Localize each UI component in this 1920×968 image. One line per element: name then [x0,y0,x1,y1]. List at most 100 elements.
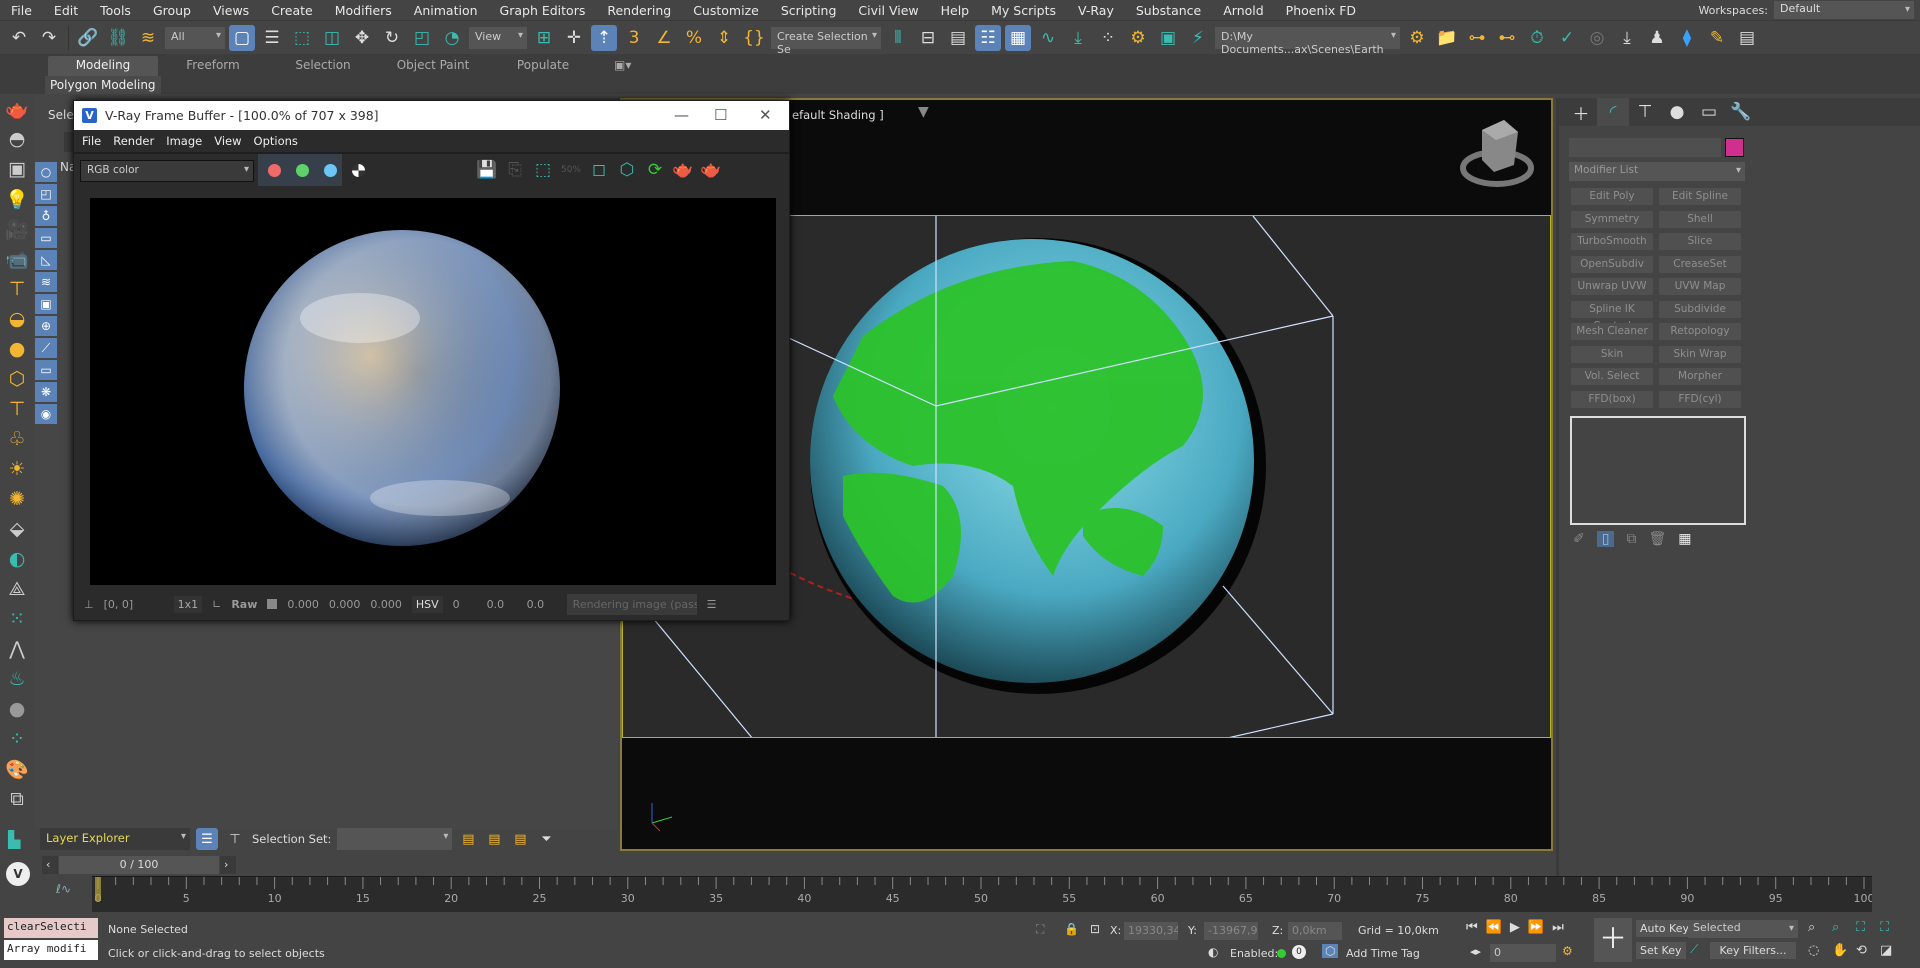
hemisphere-icon[interactable]: ◓ [0,124,34,154]
vfb-title-bar[interactable]: V V-Ray Frame Buffer - [100.0% of 707 x … [74,101,789,130]
vfb-menu-render[interactable]: Render [113,134,154,148]
modifier-button-creaseset[interactable]: CreaseSet [1659,255,1741,273]
remove-modifier-icon[interactable]: 🗑 [1648,531,1666,547]
rendered-image[interactable] [90,198,776,585]
modifier-button-symmetry[interactable]: Symmetry [1571,210,1653,228]
vray-light-icon[interactable]: 💡 [0,184,34,214]
key-tangent-icon[interactable]: ⟋ [1690,942,1698,957]
add-time-tag-button[interactable]: Add Time Tag [1346,947,1420,960]
project-settings-icon[interactable]: ⚙ [1404,25,1430,51]
zoom-50-icon[interactable]: 50% [558,157,584,183]
filter-geometry-icon[interactable]: ○ [35,162,57,182]
make-unique-icon[interactable]: ⧉ [1626,531,1636,547]
keyboard-shortcut-override-icon[interactable]: ⇡ [591,24,617,51]
box-icon[interactable]: ▣ [0,154,34,184]
filter-bones-icon[interactable]: ⟋ [35,338,57,358]
vfb-menu-file[interactable]: File [82,134,101,148]
link-icon[interactable]: 🔗 [75,25,101,51]
save-to-file-icon[interactable]: ⤓ [1614,25,1640,51]
render-icon[interactable]: 🫖 [670,157,696,183]
named-selection-sets-dropdown[interactable]: Create Selection Se [771,26,881,56]
enabled-indicator[interactable] [1277,949,1286,958]
filter-icon[interactable]: ▼ [918,104,929,120]
key-mode-toggle-icon[interactable]: ◂▸ [1470,945,1481,958]
redo-icon[interactable]: ↷ [36,25,62,51]
dome-light-icon[interactable]: ◒ [0,304,34,334]
hierarchy-icon[interactable]: ⊤ [224,828,246,850]
track-bar[interactable]: 0510152025303540455055606570758085909510… [92,876,1875,912]
polygon-modeling-panel[interactable]: Polygon Modeling [45,76,161,94]
tab-populate[interactable]: Populate [488,56,598,76]
select-menu[interactable]: Sele [48,108,74,122]
menu-help[interactable]: Help [930,3,981,18]
rotate-icon[interactable]: ↻ [379,25,405,51]
menu-create[interactable]: Create [260,3,324,18]
zoom-icon[interactable]: ⌕ [1808,920,1832,935]
placement-icon[interactable]: ◔ [439,25,465,51]
add-to-set-icon[interactable]: ▤ [484,826,504,852]
key-filters-button[interactable]: Key Filters... [1710,942,1796,959]
modifier-button-ffd-cyl[interactable]: FFD(cyl) [1659,390,1741,408]
previous-frame-icon[interactable]: ⏪ [1486,920,1502,935]
menu-civil-view[interactable]: Civil View [847,3,929,18]
project-hierarchy-icon[interactable]: ⊷ [1494,25,1520,51]
maximize-icon[interactable]: ☐ [714,106,727,124]
maxscript-listener-line1[interactable]: clearSelecti [4,918,98,938]
menu-graph-editors[interactable]: Graph Editors [489,3,597,18]
scale-icon[interactable]: ◰ [409,25,435,51]
proxy-icon[interactable]: ⬙ [0,514,34,544]
filter-frozen-icon[interactable]: ❋ [35,382,57,402]
check-icon[interactable]: ✓ [1554,25,1580,51]
render-setup-icon[interactable]: ⚙ [1125,25,1151,51]
utilities-tab-icon[interactable]: 🔧 [1725,98,1757,126]
layer-explorer-dropdown[interactable]: Layer Explorer [40,828,190,850]
play-icon[interactable]: ▶ [1510,920,1520,935]
material-ball-icon[interactable]: ● [0,694,34,724]
menu-phoenix-fd[interactable]: Phoenix FD [1275,3,1367,18]
arnold-icon[interactable]: ⧫ [1674,25,1700,51]
reference-coord-dropdown[interactable]: View [469,26,527,49]
curve-editor-icon[interactable]: ∿ [1035,25,1061,51]
modifier-button-uvw-map[interactable]: UVW Map [1659,278,1741,295]
modifier-button-morpher[interactable]: Morpher [1659,368,1741,385]
modify-tab-icon[interactable]: ◜ [1597,98,1629,126]
tab-object-paint[interactable]: Object Paint [378,56,488,76]
pan-icon[interactable]: ✋ [1832,943,1856,958]
z-coordinate-field[interactable]: 0,0km [1288,922,1342,940]
filter-containers-icon[interactable]: ▭ [35,360,57,380]
modifier-button-spline-ik-control[interactable]: Spline IK Control [1571,300,1653,332]
toggle-layer-explorer-icon[interactable]: ☷ [975,24,1001,51]
modifier-button-opensubdiv[interactable]: OpenSubdiv [1571,255,1653,273]
instancer-icon[interactable]: ⁙ [0,604,34,634]
project-tree-icon[interactable]: ⊶ [1464,25,1490,51]
create-set-icon[interactable]: ▤ [458,826,478,852]
modifier-button-shell[interactable]: Shell [1659,210,1741,228]
pick-object-icon[interactable]: ⬡ [614,157,640,183]
modifier-button-subdivide[interactable]: Subdivide [1659,300,1741,318]
modifier-button-retopology[interactable]: Retopology [1659,323,1741,340]
bind-space-warp-icon[interactable]: ≋ [135,25,161,51]
save-image-icon[interactable]: 💾 [474,157,500,183]
material-library-icon[interactable]: ⁘ [0,724,34,754]
menu-animation[interactable]: Animation [403,3,489,18]
object-name-field[interactable] [1569,138,1721,157]
ribbon-options-icon[interactable]: ▣▾ [598,56,638,76]
ambient-light-icon[interactable]: ✺ [0,484,34,514]
orbit-icon[interactable]: ⟲ [1856,943,1880,958]
named-selection-icon[interactable]: {} [741,25,767,51]
x-coordinate-field[interactable]: 19330,348 [1124,922,1178,940]
zoom-extents-all-icon[interactable]: ⛶ [1880,920,1904,935]
filter-spacewarps-icon[interactable]: ≋ [35,272,57,292]
minimize-icon[interactable]: — [674,106,689,124]
zoom-all-icon[interactable]: ⌕ [1832,920,1856,935]
time-slider[interactable]: ‹ 0 / 100 › [42,856,1920,874]
vray-scene-icon[interactable]: ⧉ [0,784,34,814]
project-folder-icon[interactable]: 📁 [1434,25,1460,51]
filter-hidden-icon[interactable]: ◉ [35,404,57,424]
light-icon[interactable]: ♟ [1644,25,1670,51]
next-frame-icon[interactable]: ⏩ [1528,920,1544,935]
menu-modifiers[interactable]: Modifiers [324,3,403,18]
modifier-button-skin-wrap[interactable]: Skin Wrap [1659,345,1741,363]
select-by-name-icon[interactable]: ☰ [259,25,285,51]
window-crossing-icon[interactable]: ◫ [319,25,345,51]
